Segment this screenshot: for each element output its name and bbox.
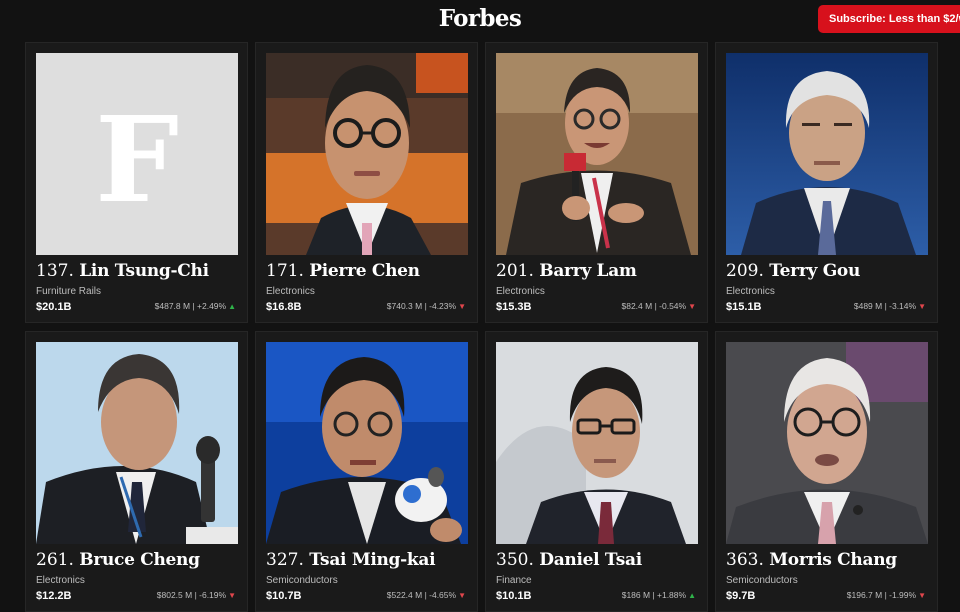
rank: 171. — [266, 261, 304, 281]
portrait-photo — [726, 53, 928, 255]
person-name[interactable]: Barry Lam — [539, 261, 637, 281]
change-text: $196.7 M | -1.99% — [846, 590, 917, 600]
portrait-icon — [496, 342, 698, 544]
portrait-icon — [266, 53, 468, 255]
industry-label: Finance — [496, 575, 532, 586]
down-arrow-icon: ▼ — [918, 591, 926, 600]
portrait-photo — [496, 342, 698, 544]
person-name[interactable]: Morris Chang — [769, 550, 897, 570]
portrait-photo — [496, 53, 698, 255]
industry-label: Electronics — [36, 575, 85, 586]
down-arrow-icon: ▼ — [228, 591, 236, 600]
person-name[interactable]: Tsai Ming-kai — [309, 550, 435, 570]
rank: 363. — [726, 550, 764, 570]
person-name[interactable]: Daniel Tsai — [539, 550, 642, 570]
portrait-photo — [726, 342, 928, 544]
net-worth: $15.1B — [726, 301, 762, 313]
down-arrow-icon: ▼ — [688, 302, 696, 311]
billionaire-card[interactable]: 363. Morris Chang Semiconductors $9.7B $… — [715, 331, 938, 612]
billionaire-card[interactable]: F 137. Lin Tsung-Chi Furniture Rails $20… — [25, 42, 248, 323]
svg-text:F: F — [95, 90, 179, 229]
person-name[interactable]: Pierre Chen — [309, 261, 420, 281]
billionaire-card[interactable]: 327. Tsai Ming-kai Semiconductors $10.7B… — [255, 331, 478, 612]
rank: 201. — [496, 261, 534, 281]
portrait-photo — [266, 342, 468, 544]
net-worth: $20.1B — [36, 301, 72, 313]
daily-change: $740.3 M | -4.23% ▼ — [387, 301, 466, 311]
name-line: 201. Barry Lam — [496, 261, 704, 281]
up-arrow-icon: ▲ — [228, 302, 236, 311]
net-worth: $10.7B — [266, 590, 302, 602]
industry-label: Furniture Rails — [36, 286, 102, 297]
billionaire-card[interactable]: 261. Bruce Cheng Electronics $12.2B $802… — [25, 331, 248, 612]
rank: 350. — [496, 550, 534, 570]
net-worth: $16.8B — [266, 301, 302, 313]
rank: 261. — [36, 550, 74, 570]
industry-label: Semiconductors — [266, 575, 338, 586]
daily-change: $196.7 M | -1.99% ▼ — [847, 590, 926, 600]
name-line: 363. Morris Chang — [726, 550, 934, 570]
rank: 327. — [266, 550, 304, 570]
portrait-icon — [496, 53, 698, 255]
portrait-icon — [36, 342, 238, 544]
person-name[interactable]: Terry Gou — [769, 261, 860, 281]
name-line: 209. Terry Gou — [726, 261, 934, 281]
top-bar: Forbes Subscribe: Less than $2/wk — [0, 0, 960, 40]
industry-label: Semiconductors — [726, 575, 798, 586]
person-name[interactable]: Bruce Cheng — [79, 550, 200, 570]
net-worth: $12.2B — [36, 590, 72, 602]
subscribe-button[interactable]: Subscribe: Less than $2/wk — [818, 5, 960, 33]
portrait-icon — [726, 342, 928, 544]
change-text: $487.8 M | +2.49% — [154, 301, 227, 311]
rank: 209. — [726, 261, 764, 281]
daily-change: $802.5 M | -6.19% ▼ — [157, 590, 236, 600]
industry-label: Electronics — [726, 286, 775, 297]
billionaire-card[interactable]: 209. Terry Gou Electronics $15.1B $489 M… — [715, 42, 938, 323]
name-line: 171. Pierre Chen — [266, 261, 474, 281]
daily-change: $487.8 M | +2.49% ▲ — [155, 301, 236, 311]
name-line: 350. Daniel Tsai — [496, 550, 704, 570]
change-text: $489 M | -3.14% — [853, 301, 917, 311]
change-text: $802.5 M | -6.19% — [156, 590, 227, 600]
down-arrow-icon: ▼ — [918, 302, 926, 311]
billionaire-card[interactable]: 350. Daniel Tsai Finance $10.1B $186 M |… — [485, 331, 708, 612]
industry-label: Electronics — [496, 286, 545, 297]
forbes-f-logo-icon: F — [36, 53, 238, 255]
name-line: 327. Tsai Ming-kai — [266, 550, 474, 570]
portrait-photo — [266, 53, 468, 255]
name-line: 137. Lin Tsung-Chi — [36, 261, 244, 281]
change-text: $740.3 M | -4.23% — [386, 301, 457, 311]
placeholder-photo: F — [36, 53, 238, 255]
change-text: $522.4 M | -4.65% — [386, 590, 457, 600]
down-arrow-icon: ▼ — [458, 591, 466, 600]
forbes-logo[interactable]: Forbes — [0, 5, 960, 32]
change-text: $82.4 M | -0.54% — [621, 301, 687, 311]
name-line: 261. Bruce Cheng — [36, 550, 244, 570]
billionaire-card[interactable]: 201. Barry Lam Electronics $15.3B $82.4 … — [485, 42, 708, 323]
down-arrow-icon: ▼ — [458, 302, 466, 311]
rank: 137. — [36, 261, 74, 281]
portrait-photo — [36, 342, 238, 544]
portrait-icon — [266, 342, 468, 544]
daily-change: $186 M | +1.88% ▲ — [622, 590, 696, 600]
portrait-icon — [726, 53, 928, 255]
net-worth: $10.1B — [496, 590, 532, 602]
daily-change: $82.4 M | -0.54% ▼ — [622, 301, 697, 311]
industry-label: Electronics — [266, 286, 315, 297]
daily-change: $522.4 M | -4.65% ▼ — [387, 590, 466, 600]
billionaire-card[interactable]: 171. Pierre Chen Electronics $16.8B $740… — [255, 42, 478, 323]
up-arrow-icon: ▲ — [688, 591, 696, 600]
person-name[interactable]: Lin Tsung-Chi — [79, 261, 209, 281]
net-worth: $15.3B — [496, 301, 532, 313]
daily-change: $489 M | -3.14% ▼ — [854, 301, 926, 311]
net-worth: $9.7B — [726, 590, 756, 602]
change-text: $186 M | +1.88% — [621, 590, 687, 600]
